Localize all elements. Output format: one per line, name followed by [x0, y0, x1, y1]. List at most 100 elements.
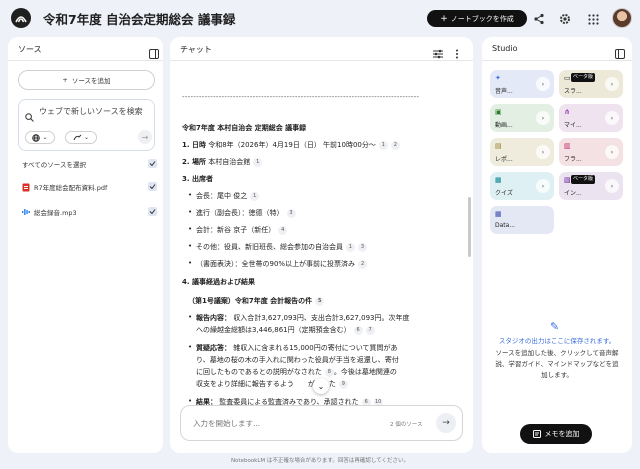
source-checkbox[interactable] — [148, 182, 157, 191]
citation-chip[interactable]: 2 — [390, 140, 400, 150]
app-header: 令和7年度 自治会定期総会 議事録 + ノートブックを作成 — [0, 0, 640, 36]
audio-overview-icon: ✦ — [495, 74, 501, 82]
quiz-icon: ▦ — [495, 176, 502, 184]
report-tile[interactable]: ▤ レポ... › — [490, 138, 554, 166]
list-item-cont: に回したものであるとの説明がなされた 8 。今後は墓地関連の — [196, 367, 397, 377]
send-button[interactable]: → — [436, 413, 456, 433]
citation-chip[interactable]: 6 — [353, 325, 363, 335]
disclaimer-footer: NotebookLM は不正確な場合があります。回答は再確認してください。 — [230, 458, 410, 464]
search-input[interactable]: ウェブで新しいソースを検索 — [39, 106, 149, 117]
studio-empty-title: スタジオの出力はここに保存されます。 — [498, 337, 616, 345]
citation-chip[interactable]: 1 — [378, 140, 388, 150]
notebooklm-logo-icon[interactable] — [11, 8, 31, 28]
web-search-box[interactable]: ウェブで新しいソースを検索 ⌄ ⌄ → — [18, 99, 155, 151]
divider — [482, 60, 632, 61]
audio-overview-tile[interactable]: ✦ 音声... › — [490, 70, 554, 98]
flashcard-icon: ▥ — [564, 142, 571, 150]
chevron-right-icon[interactable]: › — [536, 179, 550, 193]
date-line: 1. 日時 令和8年（2026年）4月19日（日） 午前10時00分〜 1 2 — [182, 140, 400, 150]
proceedings-heading: 4. 議事経過および結果 — [182, 278, 255, 286]
divider — [170, 60, 473, 61]
infographic-icon: ▧ — [564, 176, 571, 184]
attendees-heading: 3. 出席者 — [182, 175, 213, 183]
citation-chip[interactable]: 3 — [358, 242, 367, 252]
share-icon[interactable] — [533, 10, 547, 25]
research-mode-dropdown[interactable]: ⌄ — [65, 131, 97, 144]
user-avatar[interactable] — [612, 8, 632, 28]
collapse-panel-icon[interactable] — [615, 44, 625, 59]
datatable-icon: ▦ — [495, 210, 502, 218]
video-overview-tile[interactable]: ▣ 動画... › — [490, 104, 554, 132]
submit-search-button[interactable]: → — [138, 130, 152, 144]
list-item: 進行（副会長）：徳德（特）3 — [188, 208, 296, 218]
chat-scrollbar[interactable] — [468, 197, 471, 257]
globe-icon — [32, 133, 41, 142]
source-checkbox[interactable] — [148, 207, 157, 216]
tune-settings-icon[interactable] — [433, 44, 443, 59]
note-icon — [532, 430, 541, 438]
citation-chip[interactable]: 2 — [358, 259, 368, 269]
beta-badge: ベータ版 — [571, 73, 596, 82]
add-source-button[interactable]: + ソースを追加 — [18, 70, 155, 90]
chevron-right-icon[interactable]: › — [605, 77, 619, 91]
apps-grid-icon[interactable] — [588, 10, 602, 25]
source-item[interactable]: 総会録音.mp3 — [22, 206, 157, 218]
notebook-title[interactable]: 令和7年度 自治会定期総会 議事録 — [43, 9, 235, 28]
arrow-down-icon: ⌄ — [317, 381, 325, 391]
add-note-button[interactable]: メモを追加 — [520, 424, 592, 444]
chevron-right-icon[interactable]: › — [536, 145, 550, 159]
plus-icon: + — [62, 76, 68, 84]
list-item-cont: り、墓地の桜の木の手入れに関わった役員が手当を返還し、寄付 — [196, 356, 399, 364]
settings-gear-icon[interactable] — [559, 10, 573, 24]
plus-icon: + — [440, 13, 448, 24]
list-item: その他：役員、新旧班長、総会参加の自治会員13 — [188, 242, 367, 252]
list-item: 質疑応答： 雑収入に含まれる15,000円の寄付について質問があ — [188, 343, 397, 353]
mindmap-tile[interactable]: ⋔ マイ... › — [559, 104, 623, 132]
chevron-down-icon: ⌄ — [42, 134, 48, 141]
more-vert-icon[interactable] — [455, 44, 465, 59]
citation-chip[interactable]: 1 — [346, 242, 355, 252]
list-item-cont: への繰越金総額は3,446,861円（定期預金含む） 6 7 — [196, 325, 375, 335]
citation-chip[interactable]: 1 — [250, 191, 260, 201]
infographic-tile[interactable]: ▧ ベータ版 イン... › — [559, 172, 623, 200]
slides-tile[interactable]: ▭ ベータ版 スラ... › — [559, 70, 623, 98]
chevron-right-icon[interactable]: › — [605, 145, 619, 159]
mindmap-icon: ⋔ — [564, 108, 570, 116]
chevron-right-icon[interactable]: › — [605, 179, 619, 193]
chat-input[interactable]: 入力を開始します... — [193, 418, 260, 429]
divider — [8, 60, 163, 61]
studio-panel: Studio ✦ 音声... › ▭ ベータ版 スラ... › ▣ 動画... … — [482, 37, 632, 453]
select-all-checkbox[interactable] — [148, 159, 157, 168]
citation-chip[interactable]: 8 — [324, 367, 334, 377]
citation-chip[interactable]: 3 — [286, 208, 296, 218]
datatable-tile[interactable]: ▦ Data... — [490, 206, 554, 234]
scroll-down-button[interactable]: ⌄ — [313, 378, 329, 394]
minutes-heading: 令和7年度 本村自治会 定期総会 議事録 — [182, 124, 307, 132]
chevron-right-icon[interactable]: › — [605, 111, 619, 125]
citation-chip[interactable]: 4 — [278, 225, 288, 235]
web-source-dropdown[interactable]: ⌄ — [25, 131, 55, 144]
agenda-item-heading: （第1号議案）令和7年度 会計報告の件 5 — [188, 296, 325, 306]
sources-title: ソース — [18, 45, 42, 54]
chevron-right-icon[interactable]: › — [536, 111, 550, 125]
citation-chip[interactable]: 7 — [365, 325, 375, 335]
create-notebook-button[interactable]: + ノートブックを作成 — [427, 10, 527, 27]
divider-text: ----------------------------------------… — [182, 93, 420, 101]
chevron-right-icon[interactable]: › — [536, 77, 550, 91]
citation-chip[interactable]: 1 — [253, 157, 263, 167]
select-all-row[interactable]: すべてのソースを選択 — [22, 158, 157, 170]
citation-chip[interactable]: 5 — [315, 296, 325, 306]
chevron-down-icon: ⌄ — [83, 134, 90, 141]
source-count: 2 個のソース — [390, 422, 423, 428]
list-item: （書面表決）：全世帯の90%以上が事前に投票済み2 — [188, 259, 368, 269]
magic-wand-icon: ✎ — [550, 320, 560, 333]
collapse-panel-icon[interactable] — [149, 44, 159, 59]
citation-chip[interactable]: 9 — [338, 379, 348, 389]
pdf-icon — [22, 183, 30, 191]
audio-icon — [22, 209, 30, 215]
studio-title: Studio — [492, 44, 518, 53]
source-item[interactable]: R7年度総会配布資料.pdf — [22, 181, 157, 193]
chat-input-box[interactable]: 入力を開始します... 2 個のソース → — [180, 405, 463, 441]
flashcard-tile[interactable]: ▥ フラ... › — [559, 138, 623, 166]
quiz-tile[interactable]: ▦ クイズ › — [490, 172, 554, 200]
